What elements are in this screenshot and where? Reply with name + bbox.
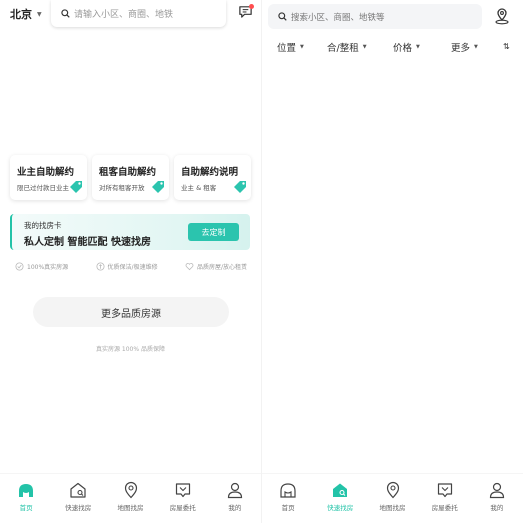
nav-item-home[interactable]: 首页 [262, 474, 314, 523]
filter-label: 位置 [277, 43, 297, 54]
heart-icon [185, 263, 194, 271]
feature-label: 100%真实房源 [27, 264, 69, 271]
filter-rent-type[interactable]: 合/整租 ▼ [327, 40, 367, 54]
caret-down-icon: ▼ [474, 44, 478, 50]
nav-item-map[interactable]: 地图找房 [104, 474, 156, 523]
tag-icon [152, 181, 164, 193]
filter-label: 更多 [451, 43, 471, 54]
feature-label: 品质房屋/放心租赁 [196, 264, 247, 271]
bottom-nav: 首页 快速找房 地图找房 房屋委托 我的 [262, 473, 523, 523]
quick-find-screen: 搜索小区、商圈、地铁等 位置 ▼ 合/整租 ▼ 价格 ▼ 更多 ▼ ⇅ 首页 快… [262, 0, 523, 523]
nav-label: 房屋委托 [169, 504, 196, 512]
house-search-icon [333, 483, 348, 497]
city-selector[interactable]: 北京 ▼ [10, 6, 42, 22]
house-search-icon [70, 482, 86, 498]
card-owner-cancel[interactable]: 业主自助解约 限已过付款日业主 [10, 155, 87, 200]
notification-badge [249, 4, 254, 9]
feature-item: 优质保洁/极速维修 [96, 262, 158, 271]
nav-label: 快速找房 [65, 504, 92, 512]
nav-item-mine[interactable]: 我的 [209, 474, 261, 523]
feature-badges: 100%真实房源 优质保洁/极速维修 品质房屋/放心租赁 [15, 262, 247, 271]
nav-item-map[interactable]: 地图找房 [366, 474, 418, 523]
map-pin-icon [386, 481, 399, 499]
caret-down-icon: ▼ [300, 44, 304, 50]
nav-item-quick-find[interactable]: 快速找房 [52, 474, 104, 523]
nav-item-quick-find[interactable]: 快速找房 [314, 474, 366, 523]
user-icon [489, 482, 505, 499]
filter-location[interactable]: 位置 ▼ [277, 40, 304, 54]
search-placeholder: 请输入小区、商圈、地铁 [74, 10, 174, 20]
nav-label: 首页 [19, 504, 33, 512]
map-pin-icon [124, 481, 137, 499]
location-icon[interactable] [494, 8, 510, 25]
feature-label: 优质保洁/极速维修 [107, 264, 158, 271]
nav-label: 地图找房 [117, 504, 144, 512]
card-title: 业主自助解约 [17, 167, 75, 178]
caret-down-icon: ▼ [416, 44, 420, 50]
entrust-icon [437, 483, 452, 498]
nav-label: 房屋委托 [431, 504, 458, 512]
house-finder-card-banner[interactable]: 我的找房卡 私人定制 智能匹配 快速找房 去定制 [10, 214, 250, 250]
feature-item: 100%真实房源 [15, 262, 68, 271]
card-cancel-help[interactable]: 自助解约说明 业主 & 租客 [174, 155, 251, 200]
chevron-down-icon: ▼ [37, 10, 42, 18]
check-circle-icon [15, 262, 24, 271]
nav-label: 首页 [281, 504, 295, 512]
bottom-nav: 首页 快速找房 地图找房 房屋委托 我的 [0, 473, 261, 523]
search-input[interactable]: 搜索小区、商圈、地铁等 [268, 4, 482, 29]
search-input[interactable]: 请输入小区、商圈、地铁 [51, 0, 226, 27]
guarantee-note: 真实房源 100% 品质保障 [96, 346, 165, 353]
nav-label: 快速找房 [327, 504, 354, 512]
shield-icon [96, 262, 105, 271]
entrust-icon [175, 483, 190, 498]
sort-icon[interactable]: ⇅ [503, 42, 510, 51]
search-icon [278, 12, 287, 21]
nav-label: 地图找房 [379, 504, 406, 512]
filter-more[interactable]: 更多 ▼ [451, 40, 478, 54]
customize-button[interactable]: 去定制 [188, 223, 239, 241]
feature-item: 品质房屋/放心租赁 [185, 262, 247, 271]
message-icon[interactable] [238, 4, 254, 20]
home-icon [19, 484, 34, 497]
user-icon [227, 482, 243, 499]
nav-item-home[interactable]: 首页 [0, 474, 52, 523]
self-service-cards: 业主自助解约 限已过付款日业主 租客自助解约 对所有租客开放 自助解约说明 业主… [10, 155, 251, 200]
tag-icon [70, 181, 82, 193]
nav-item-mine[interactable]: 我的 [471, 474, 523, 523]
tag-icon [234, 181, 246, 193]
nav-item-entrust[interactable]: 房屋委托 [157, 474, 209, 523]
city-name: 北京 [10, 8, 32, 21]
nav-label: 我的 [228, 504, 242, 512]
card-title: 租客自助解约 [99, 167, 157, 178]
search-placeholder: 搜索小区、商圈、地铁等 [291, 12, 385, 23]
filter-label: 价格 [393, 43, 413, 54]
more-listings-button[interactable]: 更多品质房源 [33, 297, 229, 327]
caret-down-icon: ▼ [362, 44, 367, 50]
filter-price[interactable]: 价格 ▼ [393, 40, 420, 54]
card-title: 自助解约说明 [181, 167, 239, 178]
home-icon [280, 483, 296, 498]
search-icon [61, 9, 70, 18]
filter-bar: 位置 ▼ 合/整租 ▼ 价格 ▼ 更多 ▼ ⇅ [262, 40, 523, 56]
nav-label: 我的 [490, 504, 504, 512]
nav-item-entrust[interactable]: 房屋委托 [419, 474, 471, 523]
card-tenant-cancel[interactable]: 租客自助解约 对所有租客开放 [92, 155, 169, 200]
filter-label: 合/整租 [327, 43, 359, 54]
home-screen: 北京 ▼ 请输入小区、商圈、地铁 业主自助解约 限已过付款日业主 租客自助解约 … [0, 0, 261, 523]
